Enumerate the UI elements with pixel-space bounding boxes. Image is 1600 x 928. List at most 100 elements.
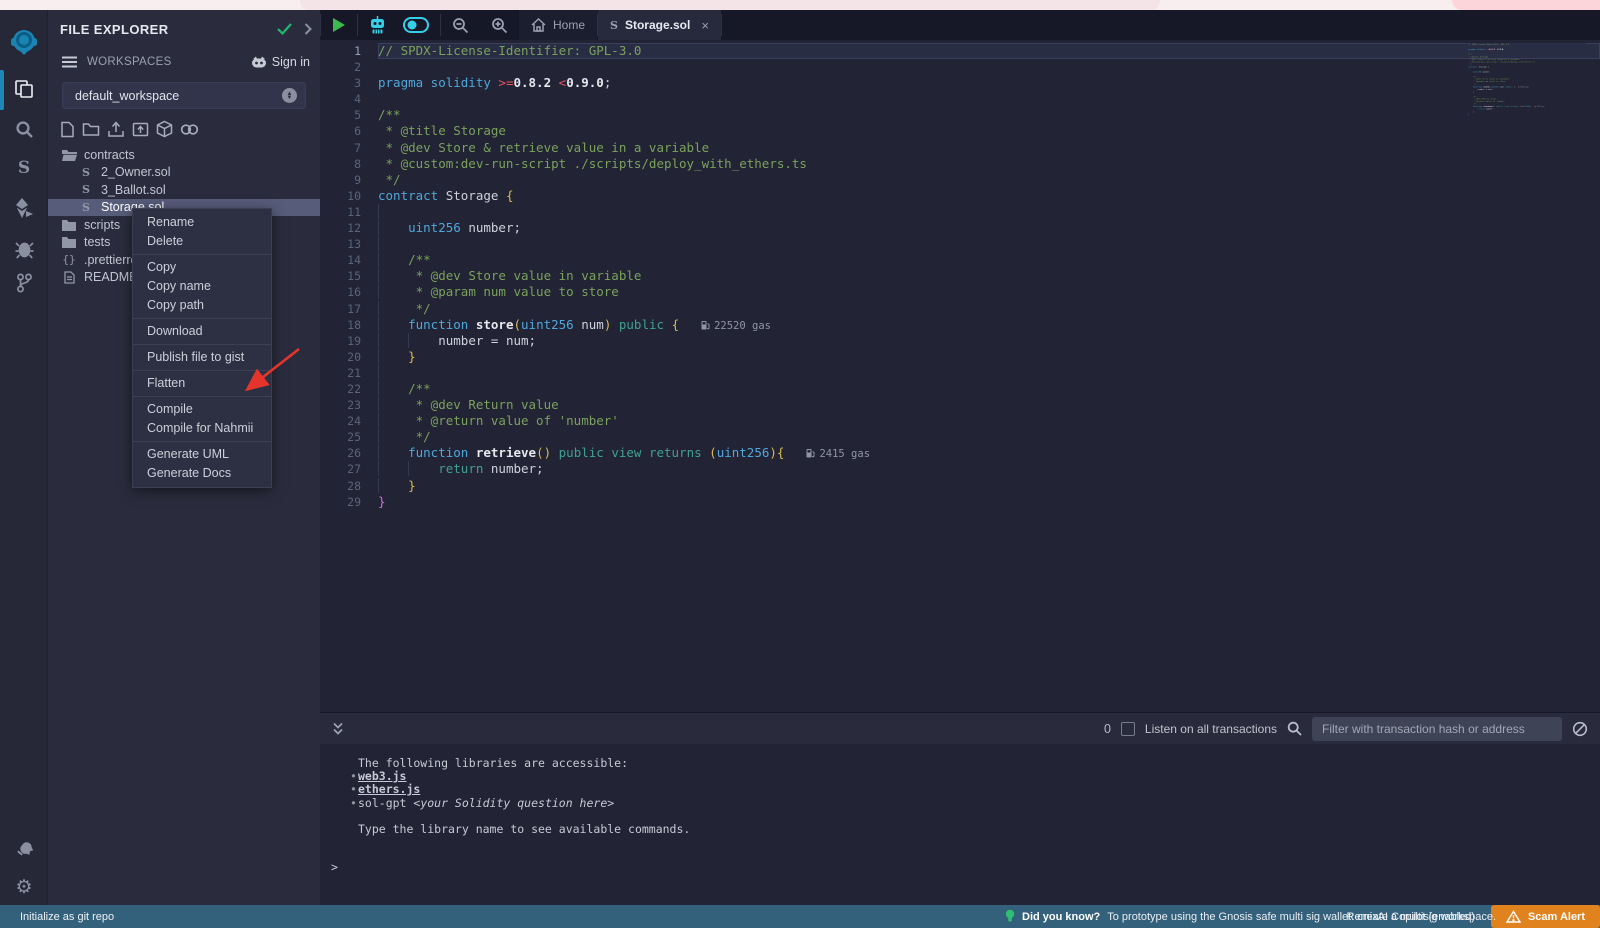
git-init-button[interactable]: Initialize as git repo bbox=[20, 911, 114, 923]
code-line-7: * @dev Store & retrieve value in a varia… bbox=[378, 140, 1600, 156]
menu-item-compile-for-nahmii[interactable]: Compile for Nahmii bbox=[133, 419, 271, 438]
copilot-toggle[interactable] bbox=[392, 10, 440, 40]
hamburger-menu-icon[interactable] bbox=[62, 56, 77, 68]
menu-item-copy-name[interactable]: Copy name bbox=[133, 277, 271, 296]
braces-icon: {} bbox=[61, 253, 77, 266]
transaction-filter-input[interactable] bbox=[1312, 717, 1562, 741]
menu-item-flatten[interactable]: Flatten bbox=[133, 374, 271, 393]
scam-alert-button[interactable]: Scam Alert bbox=[1491, 905, 1600, 928]
code-editor[interactable]: 1234567891011121314151617181920212223242… bbox=[320, 40, 1600, 712]
terminal-search-icon[interactable] bbox=[1287, 721, 1302, 736]
solidity-compiler-icon[interactable]: S bbox=[0, 155, 48, 181]
tab-storage-sol[interactable]: S Storage.sol × bbox=[598, 10, 721, 40]
tree-item-label: scripts bbox=[84, 218, 120, 232]
menu-item-delete[interactable]: Delete bbox=[133, 232, 271, 251]
check-icon[interactable] bbox=[277, 23, 292, 35]
browser-strip bbox=[0, 0, 1600, 10]
zoom-out-icon[interactable] bbox=[441, 10, 480, 40]
code-line-15: * @dev Store value in variable bbox=[378, 268, 1600, 284]
zoom-in-icon[interactable] bbox=[480, 10, 519, 40]
solidity-icon: S bbox=[78, 166, 94, 179]
clear-console-icon[interactable] bbox=[1572, 721, 1588, 737]
github-icon bbox=[251, 56, 267, 69]
terminal-line: •sol-gpt <your Solidity question here> bbox=[350, 797, 1600, 810]
code-line-3: pragma solidity >=0.8.2 <0.9.0; bbox=[378, 75, 1600, 91]
gas-estimate: 2415 gas bbox=[806, 448, 870, 460]
panel-title: FILE EXPLORER bbox=[60, 22, 277, 37]
upload-file-icon[interactable] bbox=[107, 121, 125, 138]
warning-icon bbox=[1506, 910, 1521, 923]
folder-open-icon bbox=[61, 149, 77, 161]
workspace-select[interactable]: default_workspace ▲▼ bbox=[62, 82, 306, 109]
sign-in-button[interactable]: Sign in bbox=[251, 55, 310, 69]
menu-item-copy[interactable]: Copy bbox=[133, 258, 271, 277]
folder-icon bbox=[61, 219, 77, 231]
editor-toolbar: Home S Storage.sol × bbox=[320, 10, 1600, 40]
menu-item-generate-uml[interactable]: Generate UML bbox=[133, 445, 271, 464]
terminal-link[interactable]: ethers.js bbox=[358, 782, 420, 796]
search-icon[interactable] bbox=[0, 116, 48, 142]
status-bar: Initialize as git repo Did you know? To … bbox=[0, 905, 1600, 928]
close-tab-icon[interactable]: × bbox=[701, 18, 709, 33]
code-line-5: /** bbox=[378, 107, 1600, 123]
tree-item-2-owner-sol[interactable]: S2_Owner.sol bbox=[48, 164, 320, 182]
menu-item-publish-file-to-gist[interactable]: Publish file to gist bbox=[133, 348, 271, 367]
cube-icon[interactable] bbox=[156, 120, 173, 138]
code-line-2 bbox=[378, 59, 1600, 75]
browser-strip-segment-right bbox=[1452, 0, 1600, 10]
folder-icon bbox=[61, 236, 77, 248]
new-folder-icon[interactable] bbox=[82, 121, 100, 137]
tab-home[interactable]: Home bbox=[519, 10, 597, 40]
terminal[interactable]: The following libraries are accessible:•… bbox=[320, 744, 1600, 905]
terminal-prompt[interactable]: > bbox=[331, 861, 1600, 874]
menu-item-rename[interactable]: Rename bbox=[133, 213, 271, 232]
code-line-23: * @dev Return value bbox=[378, 397, 1600, 413]
upload-folder-icon[interactable] bbox=[132, 121, 149, 137]
menu-item-generate-docs[interactable]: Generate Docs bbox=[133, 464, 271, 483]
code-line-18: function store(uint256 num) public {2252… bbox=[378, 317, 1600, 333]
tree-item-contracts[interactable]: contracts bbox=[48, 146, 320, 164]
code-line-17: */ bbox=[378, 301, 1600, 317]
icon-bar: S ⚙ bbox=[0, 10, 48, 905]
tab-storage-label: Storage.sol bbox=[625, 18, 690, 32]
debugger-icon[interactable] bbox=[0, 236, 48, 262]
line-number-gutter: 1234567891011121314151617181920212223242… bbox=[320, 40, 378, 712]
gas-estimate: 22520 gas bbox=[701, 320, 771, 332]
menu-item-download[interactable]: Download bbox=[133, 322, 271, 341]
remix-logo[interactable] bbox=[0, 27, 48, 59]
code-line-28: } bbox=[378, 478, 1600, 494]
chevron-right-icon[interactable] bbox=[304, 23, 312, 35]
new-file-icon[interactable] bbox=[60, 121, 75, 138]
terminal-line: •web3.js bbox=[350, 770, 1600, 783]
plugin-manager-icon[interactable] bbox=[0, 836, 48, 862]
git-icon[interactable] bbox=[0, 270, 48, 296]
code-line-21 bbox=[378, 365, 1600, 381]
tip-bold: Did you know? bbox=[1022, 911, 1100, 923]
code-line-11 bbox=[378, 204, 1600, 220]
code-line-6: * @title Storage bbox=[378, 123, 1600, 139]
tree-item-3-ballot-sol[interactable]: S3_Ballot.sol bbox=[48, 181, 320, 199]
terminal-line: The following libraries are accessible: bbox=[350, 757, 1600, 770]
deploy-run-icon[interactable] bbox=[0, 194, 48, 222]
tab-home-label: Home bbox=[553, 18, 585, 32]
terminal-collapse-icon[interactable] bbox=[332, 722, 344, 736]
workspace-name: default_workspace bbox=[75, 89, 282, 103]
code-line-1: // SPDX-License-Identifier: GPL-3.0 bbox=[378, 43, 1600, 59]
code-line-27: return number; bbox=[378, 461, 1600, 477]
code-line-26: function retrieve() public view returns … bbox=[378, 445, 1600, 461]
settings-icon[interactable]: ⚙ bbox=[0, 874, 48, 900]
terminal-link[interactable]: web3.js bbox=[358, 769, 406, 783]
menu-item-compile[interactable]: Compile bbox=[133, 400, 271, 419]
code-line-20: } bbox=[378, 349, 1600, 365]
code-line-22: /** bbox=[378, 381, 1600, 397]
code-lines: // SPDX-License-Identifier: GPL-3.0 prag… bbox=[378, 43, 1600, 510]
menu-item-copy-path[interactable]: Copy path bbox=[133, 296, 271, 315]
file-icon bbox=[61, 271, 77, 284]
run-script-button[interactable] bbox=[321, 10, 357, 40]
browser-strip-segment bbox=[300, 0, 1160, 10]
copilot-robot-icon[interactable] bbox=[358, 10, 392, 40]
link-icon[interactable] bbox=[180, 122, 199, 137]
listen-checkbox[interactable] bbox=[1121, 722, 1135, 736]
solidity-icon: S bbox=[78, 183, 94, 196]
file-explorer-icon[interactable] bbox=[0, 74, 48, 104]
